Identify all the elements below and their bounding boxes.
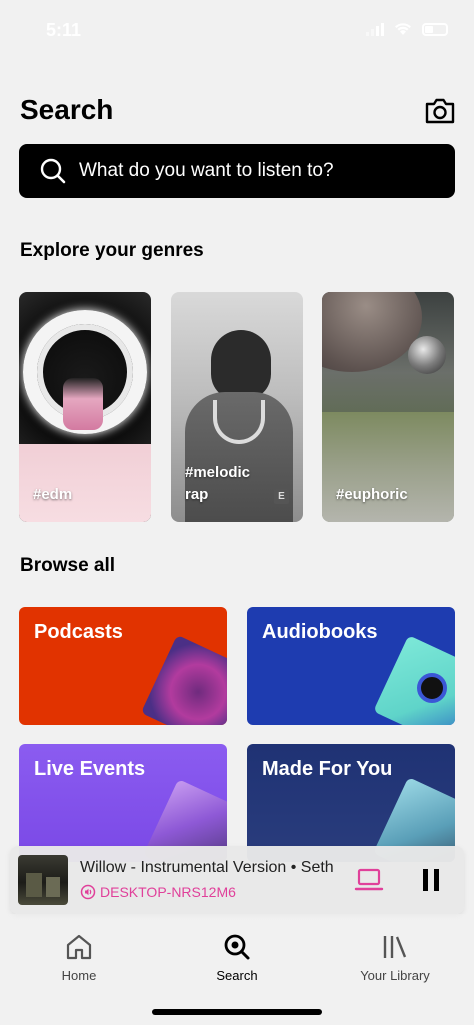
now-playing-artwork bbox=[18, 855, 68, 905]
now-playing-device: DESKTOP-NRS12M6 bbox=[80, 884, 236, 900]
browse-card-podcasts[interactable]: Podcasts bbox=[19, 607, 227, 725]
home-indicator bbox=[152, 1009, 322, 1015]
connect-device-button[interactable] bbox=[354, 865, 384, 895]
battery-icon bbox=[422, 22, 448, 36]
page-title: Search bbox=[20, 94, 114, 125]
nav-label: Home bbox=[61, 968, 97, 983]
nav-label: Your Library bbox=[360, 968, 430, 983]
browse-card-live-events[interactable]: Live Events bbox=[19, 744, 227, 862]
now-playing-device-name: DESKTOP-NRS12M6 bbox=[100, 884, 236, 900]
genre-label: #melodic rap bbox=[185, 464, 251, 503]
search-input[interactable]: What do you want to listen to? bbox=[19, 144, 455, 198]
explicit-badge: E bbox=[274, 489, 289, 504]
browse-label: Live Events bbox=[34, 758, 146, 780]
podcasts-art bbox=[140, 634, 227, 725]
search-icon bbox=[40, 158, 66, 184]
browse-label: Made For You bbox=[262, 758, 393, 780]
genre-art bbox=[63, 378, 103, 430]
genre-card-euphoric[interactable]: #euphoric bbox=[322, 292, 454, 522]
status-time: 5:11 bbox=[46, 20, 82, 40]
browse-label: Audiobooks bbox=[262, 621, 378, 643]
signal-icon bbox=[366, 22, 384, 36]
genre-art bbox=[211, 330, 271, 400]
library-icon bbox=[383, 936, 407, 958]
pause-icon bbox=[423, 869, 439, 891]
audiobooks-art-detail bbox=[417, 673, 447, 703]
home-icon bbox=[66, 934, 92, 960]
genres-section-title: Explore your genres bbox=[20, 240, 204, 261]
browse-label: Podcasts bbox=[34, 621, 123, 643]
genre-art bbox=[408, 336, 446, 374]
nav-item-search[interactable]: Search bbox=[177, 932, 297, 983]
now-playing-bar[interactable]: Willow - Instrumental Version • Seth DES… bbox=[10, 846, 464, 914]
browse-section-title: Browse all bbox=[20, 555, 116, 576]
camera-icon bbox=[425, 98, 455, 124]
nav-item-home[interactable]: Home bbox=[19, 932, 139, 983]
browse-card-made-for-you[interactable]: Made For You bbox=[247, 744, 455, 862]
pause-button[interactable] bbox=[416, 865, 446, 895]
genre-label: #edm bbox=[33, 486, 73, 503]
genre-label: #euphoric bbox=[336, 486, 408, 503]
search-placeholder: What do you want to listen to? bbox=[79, 160, 334, 181]
genre-art bbox=[322, 292, 422, 372]
wifi-icon bbox=[395, 23, 411, 35]
browse-card-audiobooks[interactable]: Audiobooks bbox=[247, 607, 455, 725]
status-icons bbox=[366, 22, 448, 36]
nav-item-your-library[interactable]: Your Library bbox=[335, 932, 455, 983]
genre-card-melodic-rap[interactable]: #melodic rap E bbox=[171, 292, 303, 522]
nav-label: Search bbox=[216, 968, 258, 983]
camera-button[interactable] bbox=[424, 96, 456, 126]
genre-card-edm[interactable]: #edm bbox=[19, 292, 151, 522]
status-bar: 5:11 bbox=[0, 0, 474, 60]
now-playing-title: Willow - Instrumental Version • Seth bbox=[80, 859, 334, 876]
laptop-icon bbox=[354, 868, 384, 891]
speaker-icon bbox=[80, 884, 96, 900]
genre-art bbox=[19, 444, 151, 522]
search-icon bbox=[224, 934, 250, 960]
